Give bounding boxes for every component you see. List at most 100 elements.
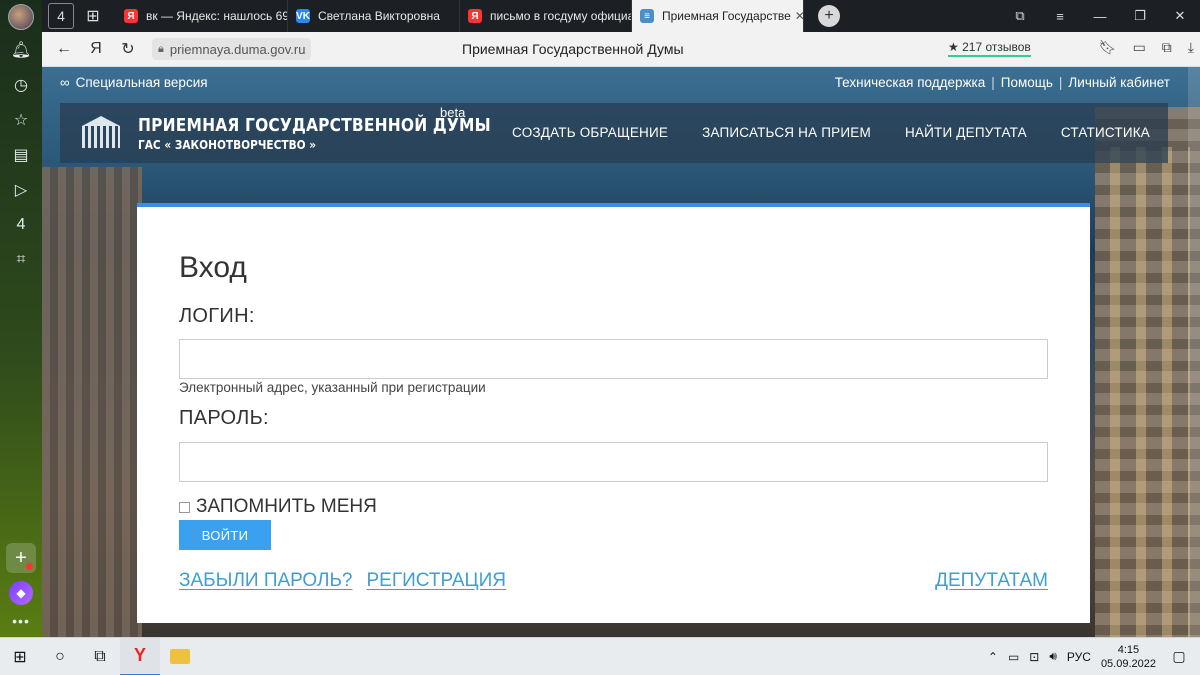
cabinet-link[interactable]: Личный кабинет [1068,75,1170,90]
close-tab-icon[interactable]: ✕ [791,9,803,23]
login-title: Вход [179,251,247,284]
collections-icon[interactable]: ▤ [6,140,36,170]
address-actions: 🔖︎ ▭ ⧉ ⤓ [1099,39,1194,56]
yandex-home-icon[interactable]: Я [80,40,112,58]
brand-title: ПРИЕМНАЯ ГОСУДАРСТВЕННОЙ ДУМЫ [138,114,491,136]
window-controls: ⧉ ≡ — ❐ ✕ [1000,8,1200,24]
duma-logo[interactable] [78,116,124,150]
menu-icon[interactable]: ≡ [1040,9,1080,24]
browser-tab[interactable]: Явк — Яндекс: нашлось 69 [116,0,288,32]
clock[interactable]: 4:15 05.09.2022 [1101,643,1156,671]
url-field[interactable]: 🔒︎ priemnaya.duma.gov.ru [152,38,312,60]
bookmarks-window-icon[interactable]: ⧉ [1000,8,1040,24]
nav-find-deputy[interactable]: НАЙТИ ДЕПУТАТА [905,125,1027,140]
new-window-icon[interactable]: ⊞ [80,3,106,29]
clock-time: 4:15 [1117,643,1140,656]
top-links: Техническая поддержка | Помощь | Личный … [835,75,1170,90]
separator: | [991,75,995,90]
yandex-icon: Я [124,9,138,23]
web-page: ∞ Специальная версия Техническая поддерж… [42,67,1200,637]
help-link[interactable]: Помощь [1001,75,1053,90]
close-window-button[interactable]: ✕ [1160,8,1200,24]
browser-tab[interactable]: VK Светлана Викторовна [288,0,460,32]
yandex-icon: Я [468,9,482,23]
nav-appointment[interactable]: ЗАПИСАТЬСЯ НА ПРИЕМ [702,125,871,140]
register-link[interactable]: РЕГИСТРАЦИЯ [367,570,507,592]
download-icon[interactable]: ⤓ [1188,39,1194,56]
tab-label: Светлана Викторовна [318,9,440,23]
tab-label: письмо в госдуму официа [490,9,632,23]
sidebar-counter[interactable]: 4 [6,210,36,240]
browser-sidebar: 🔔︎ ◷ ☆ ▤ ▷ 4 ⌗ + ◆ ••• [0,0,42,637]
top-strip: ∞ Специальная версия Техническая поддерж… [60,75,1170,90]
chevron-up-icon[interactable]: ⌃ [988,650,998,664]
notifications-icon[interactable]: ▢ [1166,644,1192,670]
browser-tab[interactable]: Яписьмо в госдуму официа [460,0,632,32]
tab-list: Явк — Яндекс: нашлось 69 VK Светлана Викто… [116,0,804,32]
network-icon[interactable]: ⊡ [1029,650,1039,664]
minimize-button[interactable]: — [1080,9,1120,24]
browser-tab[interactable]: ≡ Приемная Государстве ✕ [632,0,804,32]
screenshot-icon[interactable]: ⌗ [6,245,36,275]
separator: | [1058,75,1063,90]
glasses-icon: ∞ [60,75,70,90]
notification-dot [26,563,33,570]
task-view-icon[interactable]: ⧉ [80,638,120,675]
battery-icon[interactable]: ▭ [1008,650,1019,664]
support-link[interactable]: Техническая поддержка [835,75,986,90]
lock-icon: 🔒︎ [158,42,164,55]
duma-icon: ≡ [640,9,654,23]
reviews-badge[interactable]: ★ 217 отзывов [948,40,1031,57]
back-icon[interactable]: ← [48,40,80,58]
nav-create-appeal[interactable]: СОЗДАТЬ ОБРАЩЕНИЕ [512,125,668,140]
nav-statistics[interactable]: СТАТИСТИКА [1061,125,1150,140]
language-indicator[interactable]: РУС [1067,650,1091,664]
extensions-icon[interactable]: ⧉ [1162,39,1172,56]
login-card: Вход ЛОГИН: Электронный адрес, указанный… [137,203,1090,623]
forgot-password-link[interactable]: ЗАБЫЛИ ПАРОЛЬ? [179,570,353,592]
deputies-link[interactable]: ДЕПУТАТАМ [935,570,1048,592]
login-button[interactable]: ВОЙТИ [179,520,271,550]
more-icon[interactable]: ••• [12,613,30,629]
bell-icon[interactable]: 🔔︎ [6,35,36,65]
search-icon[interactable]: ○ [40,638,80,675]
auth-links: ЗАБЫЛИ ПАРОЛЬ? РЕГИСТРАЦИЯ ДЕПУТАТАМ [179,570,1048,592]
remember-me[interactable]: ЗАПОМНИТЬ МЕНЯ [179,496,377,518]
star-icon[interactable]: ☆ [6,105,36,135]
yandex-browser-taskbar-icon[interactable]: Y [120,637,160,675]
clock-date: 05.09.2022 [1100,657,1156,670]
restore-button[interactable]: ❐ [1120,8,1160,24]
vk-icon: VK [296,9,310,23]
tab-bar: 4 ⊞ Явк — Яндекс: нашлось 69 VK Светлана В… [42,0,1200,32]
add-panel-button[interactable]: + [6,543,36,573]
bookmark-icon[interactable]: 🔖︎ [1099,39,1117,56]
site-header: ПРИЕМНАЯ ГОСУДАРСТВЕННОЙ ДУМЫ ГАС « ЗАКО… [60,103,1168,163]
login-input[interactable] [179,339,1048,379]
login-label: ЛОГИН: [179,305,255,327]
tab-label: Приемная Государстве [662,9,791,23]
address-bar: ← Я ↻ 🔒︎ priemnaya.duma.gov.ru Приемная … [42,32,1200,67]
special-version-link[interactable]: ∞ Специальная версия [60,75,208,90]
tab-label: вк — Яндекс: нашлось 69 [146,9,288,23]
history-icon[interactable]: ◷ [6,70,36,100]
scrollbar[interactable] [1188,67,1200,637]
beta-badge: beta [440,105,466,120]
profile-avatar[interactable] [8,4,34,30]
play-icon[interactable]: ▷ [6,175,36,205]
new-tab-button[interactable]: + [818,5,840,27]
battery-saver-icon[interactable]: ▭ [1133,39,1146,56]
system-tray: ⌃ ▭ ⊡ 🔊︎ РУС 4:15 05.09.2022 ▢ [988,643,1200,671]
volume-icon[interactable]: 🔊︎ [1049,649,1057,664]
remember-checkbox[interactable] [179,501,190,513]
remember-label: ЗАПОМНИТЬ МЕНЯ [196,496,377,517]
reload-icon[interactable]: ↻ [112,39,144,59]
windows-taskbar: ⊞ ○ ⧉ Y ⌃ ▭ ⊡ 🔊︎ РУС 4:15 05.09.2022 ▢ [0,637,1200,675]
alice-icon[interactable]: ◆ [9,581,33,605]
brand[interactable]: ПРИЕМНАЯ ГОСУДАРСТВЕННОЙ ДУМЫ ГАС « ЗАКО… [138,115,548,152]
tab-counter[interactable]: 4 [48,3,74,29]
windows-start-icon[interactable]: ⊞ [0,638,40,675]
password-input[interactable] [179,442,1048,482]
page-title: Приемная Государственной Думы [462,41,684,57]
background-building-left [42,167,142,637]
file-explorer-icon[interactable] [160,638,200,675]
